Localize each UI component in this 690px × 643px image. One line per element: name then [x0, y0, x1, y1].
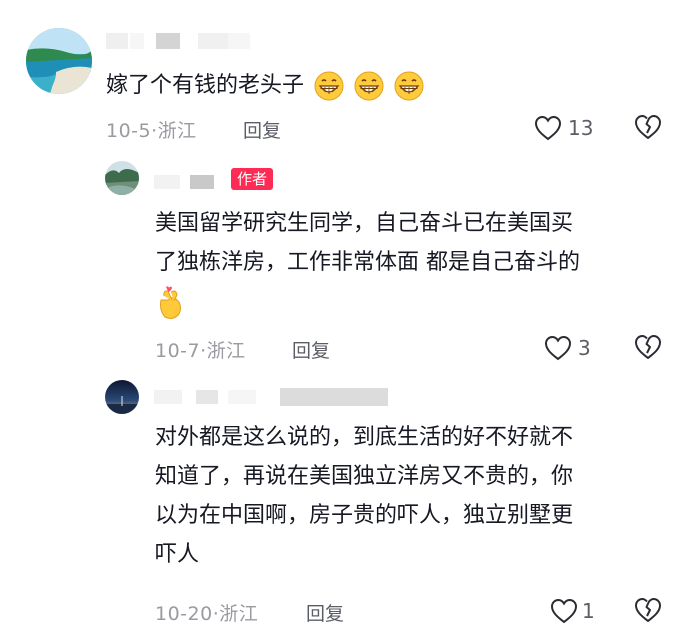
like-count: 13 — [568, 116, 594, 140]
comment-date-location: 10-20·浙江 — [155, 603, 259, 625]
comment-text-line: 对外都是这么说的，到底生活的好不好就不 — [155, 425, 574, 450]
avatar-commenter-3[interactable] — [105, 380, 139, 414]
comment-1: 嫁了个有钱的老头子 10-5·浙江 回复 13 — [0, 0, 690, 150]
avatar-commenter-1[interactable] — [26, 28, 92, 94]
grinning-face-emoji — [314, 71, 344, 101]
reply-button[interactable]: 回复 — [243, 116, 281, 143]
grinning-face-emoji — [354, 71, 384, 101]
comment-text: 美国留学研究生同学，自己奋斗已在美国买 了独栋洋房，工作非常体面 都是自己奋斗的 — [155, 204, 580, 320]
reply-button[interactable]: 回复 — [292, 336, 330, 363]
comment-2: 作者 美国留学研究生同学，自己奋斗已在美国买 了独栋洋房，工作非常体面 都是自己… — [0, 150, 690, 370]
broken-heart-icon — [635, 335, 661, 359]
comment-3: 对外都是这么说的，到底生活的好不好就不 知道了，再说在美国独立洋房又不贵的，你 … — [0, 370, 690, 643]
username-blurred[interactable] — [152, 386, 392, 410]
finger-heart-emoji — [160, 286, 181, 319]
like-button[interactable]: 1 — [550, 597, 595, 625]
heart-outline-icon — [550, 598, 578, 624]
username-blurred[interactable] — [152, 172, 222, 192]
reply-button[interactable]: 回复 — [306, 599, 344, 626]
like-button[interactable]: 3 — [544, 334, 594, 362]
heart-outline-icon — [544, 335, 572, 361]
dislike-button[interactable] — [634, 597, 662, 625]
comment-text: 对外都是这么说的，到底生活的好不好就不 知道了，再说在美国独立洋房又不贵的，你 … — [155, 418, 573, 574]
comment-text-line: 了独栋洋房，工作非常体面 都是自己奋斗的 — [155, 250, 580, 275]
comment-text-line: 吓人 — [155, 542, 200, 567]
comment-text-line: 以为在中国啊，房子贵的吓人，独立别墅更 — [155, 503, 574, 528]
broken-heart-icon — [635, 115, 661, 139]
dislike-button[interactable] — [634, 114, 662, 142]
author-badge: 作者 — [231, 168, 274, 190]
like-button[interactable]: 13 — [534, 114, 594, 142]
heart-outline-icon — [534, 115, 562, 141]
dislike-button[interactable] — [634, 334, 662, 362]
comment-date-location: 10-7·浙江 — [155, 340, 246, 362]
grinning-face-emoji — [394, 71, 424, 101]
like-count: 1 — [582, 599, 595, 623]
broken-heart-icon — [635, 598, 661, 622]
comment-date-location: 10-5·浙江 — [106, 120, 197, 142]
comment-text-line: 美国留学研究生同学，自己奋斗已在美国买 — [155, 211, 574, 236]
username-blurred[interactable] — [106, 31, 266, 53]
like-count: 3 — [578, 336, 591, 360]
comment-text: 嫁了个有钱的老头子 — [106, 66, 425, 105]
avatar-author[interactable] — [105, 161, 139, 195]
comment-text-content: 嫁了个有钱的老头子 — [106, 73, 305, 98]
comment-text-line: 知道了，再说在美国独立洋房又不贵的，你 — [155, 464, 574, 489]
